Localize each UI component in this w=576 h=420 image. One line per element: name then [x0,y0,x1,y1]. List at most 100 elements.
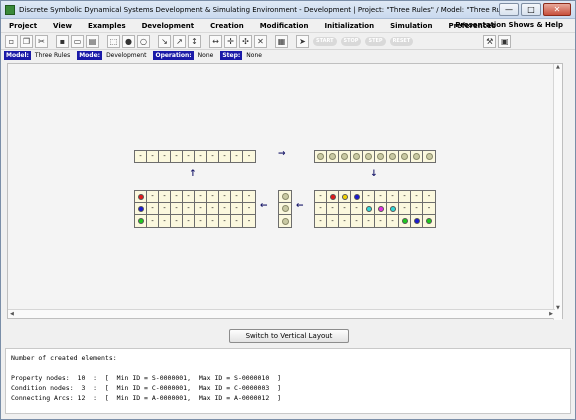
grid-cell[interactable] [399,151,411,162]
grid-cell[interactable] [339,191,351,203]
grid-cell[interactable] [279,191,291,203]
grid-cell[interactable]: - [315,203,327,215]
save-icon[interactable]: ▪ [56,34,69,48]
sim-reset-button[interactable]: RESET [389,36,414,46]
grid-cell[interactable]: - [231,203,243,215]
arrow-down-icon[interactable]: ↓ [370,169,378,179]
grid-cell[interactable]: - [243,215,255,227]
grid-cell[interactable] [375,151,387,162]
menu-modification[interactable]: Modification [252,22,317,30]
middle-node-column[interactable] [278,190,292,228]
grid-cell[interactable]: - [363,215,375,227]
grid-cell[interactable]: - [339,215,351,227]
grid-cell[interactable]: - [183,215,195,227]
move-v-icon[interactable]: ✛ [224,34,237,48]
grid-cell[interactable]: - [207,151,219,162]
grid-cell[interactable]: - [207,191,219,203]
grid-cell[interactable]: - [207,215,219,227]
grid-cell[interactable] [135,203,147,215]
top-left-node-row[interactable]: ---------- [134,150,256,163]
grid-cell[interactable]: - [159,215,171,227]
grid-cell[interactable]: - [315,215,327,227]
vertical-scrollbar[interactable]: ▲ ▼ [553,64,562,320]
grid-cell[interactable]: - [195,151,207,162]
move-h-icon[interactable]: ↔ [209,34,222,48]
grid-cell[interactable] [135,191,147,203]
bottom-right-node-grid[interactable]: --------------------- [314,190,436,228]
grid-cell[interactable]: - [207,203,219,215]
sim-stop-button[interactable]: STOP [340,36,362,46]
grid-cell[interactable]: - [183,203,195,215]
grid-cell[interactable]: - [243,203,255,215]
grid-cell[interactable]: - [147,191,159,203]
grid-cell[interactable]: - [219,151,231,162]
grid-cell[interactable]: - [231,151,243,162]
grid-cell[interactable] [387,203,399,215]
copy-icon[interactable]: ❐ [20,34,33,48]
model-canvas[interactable]: ▲ ▼ ◀ ▶ --------------------------------… [7,63,563,320]
grid-cell[interactable]: - [159,151,171,162]
grid-cell[interactable]: - [363,191,375,203]
grid-cell[interactable]: - [351,215,363,227]
grid-cell[interactable] [339,151,351,162]
tools-icon[interactable]: ⚒ [483,34,497,48]
grid-cell[interactable]: - [387,191,399,203]
maximize-button[interactable]: □ [521,3,541,16]
horizontal-scrollbar[interactable]: ◀ ▶ [8,309,555,318]
grid-cell[interactable]: - [231,191,243,203]
grid-cell[interactable]: - [135,151,147,162]
grid-cell[interactable]: - [171,203,183,215]
grid-cell[interactable]: - [183,151,195,162]
grid-cell[interactable] [411,151,423,162]
menu-examples[interactable]: Examples [80,22,134,30]
menu-presentation-help[interactable]: Presentation Shows & Help [455,21,563,29]
grid-cell[interactable]: - [171,215,183,227]
grid-cell[interactable]: - [411,191,423,203]
property-node-icon[interactable]: ● [122,34,135,48]
delete-icon[interactable]: ✕ [254,34,267,48]
menu-development[interactable]: Development [134,22,202,30]
grid-cell[interactable]: - [411,203,423,215]
close-button[interactable]: ✕ [543,3,571,16]
condition-node-icon[interactable]: ○ [137,34,150,48]
grid-cell[interactable]: - [231,215,243,227]
grid-cell[interactable]: - [327,203,339,215]
grid-cell[interactable] [387,151,399,162]
grid-cell[interactable]: - [171,151,183,162]
grid-cell[interactable] [351,151,363,162]
grid-cell[interactable]: - [375,191,387,203]
minimize-button[interactable]: — [499,3,519,16]
arrow-left-icon[interactable]: ← [260,201,268,211]
menu-initialization[interactable]: Initialization [316,22,382,30]
switch-layout-button[interactable]: Switch to Vertical Layout [229,329,349,343]
grid-cell[interactable]: - [159,191,171,203]
grid-cell[interactable]: - [219,191,231,203]
grid-cell[interactable]: - [315,191,327,203]
bottom-left-node-grid[interactable]: --------------------------- [134,190,256,228]
print-icon[interactable]: ▤ [86,34,99,48]
grid-cell[interactable]: - [147,203,159,215]
grid-cell[interactable]: - [399,203,411,215]
menu-creation[interactable]: Creation [202,22,252,30]
grid-cell[interactable]: - [171,191,183,203]
grid-cell[interactable]: - [195,191,207,203]
menu-view[interactable]: View [45,22,80,30]
arc-2-icon[interactable]: ↗ [173,34,186,48]
arrow-up-icon[interactable]: ↑ [189,169,197,179]
arrow-left-icon[interactable]: ← [296,201,304,211]
grid-cell[interactable]: - [243,151,255,162]
grid-cell[interactable]: - [375,215,387,227]
grid-cell[interactable] [423,215,435,227]
scroll-up-icon[interactable]: ▲ [556,64,560,70]
cut-icon[interactable]: ✂ [35,34,48,48]
grid-cell[interactable] [279,215,291,227]
grid-cell[interactable]: - [147,151,159,162]
grid-cell[interactable]: - [219,203,231,215]
grid-cell[interactable]: - [147,215,159,227]
grid-cell[interactable] [327,191,339,203]
menu-simulation[interactable]: Simulation [382,22,440,30]
sim-step-button[interactable]: STEP [365,36,386,46]
grid-cell[interactable] [351,191,363,203]
grid-cell[interactable] [315,151,327,162]
grid-cell[interactable] [411,215,423,227]
